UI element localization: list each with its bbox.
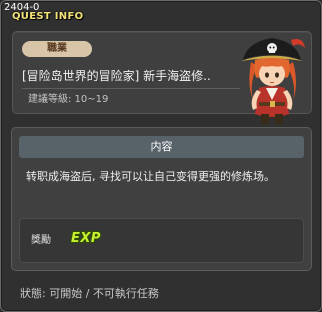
exp-reward-icon[interactable]: EXP	[71, 231, 101, 246]
reward-box: 獎勵 EXP	[19, 218, 304, 263]
quest-description: 转职成海盗后, 寻找可以让自己变得更强的修炼场。	[26, 170, 275, 183]
recommended-level: 建議等級: 10~19	[28, 94, 109, 105]
job-badge: 職業	[22, 41, 92, 57]
window-title: QUEST INFO	[12, 11, 84, 22]
quest-info-window: 2404-0 QUEST INFO 職業 [冒险岛世界的冒险家] 新手海盗修..…	[0, 0, 322, 312]
quest-content-panel: 内容 转职成海盗后, 寻找可以让自己变得更强的修炼场。 獎勵 EXP	[11, 127, 312, 271]
quest-name: [冒险岛世界的冒险家] 新手海盗修..	[22, 69, 211, 83]
quest-header-panel: 職業 [冒险岛世界的冒险家] 新手海盗修.. 建議等級: 10~19	[12, 31, 312, 124]
quest-status: 狀態: 可開始 / 不可執行任務	[20, 287, 159, 300]
header-divider	[22, 88, 240, 89]
pirate-girl-portrait-icon	[241, 38, 305, 124]
content-section-title: 内容	[19, 136, 304, 158]
reward-label: 獎勵	[31, 235, 51, 246]
